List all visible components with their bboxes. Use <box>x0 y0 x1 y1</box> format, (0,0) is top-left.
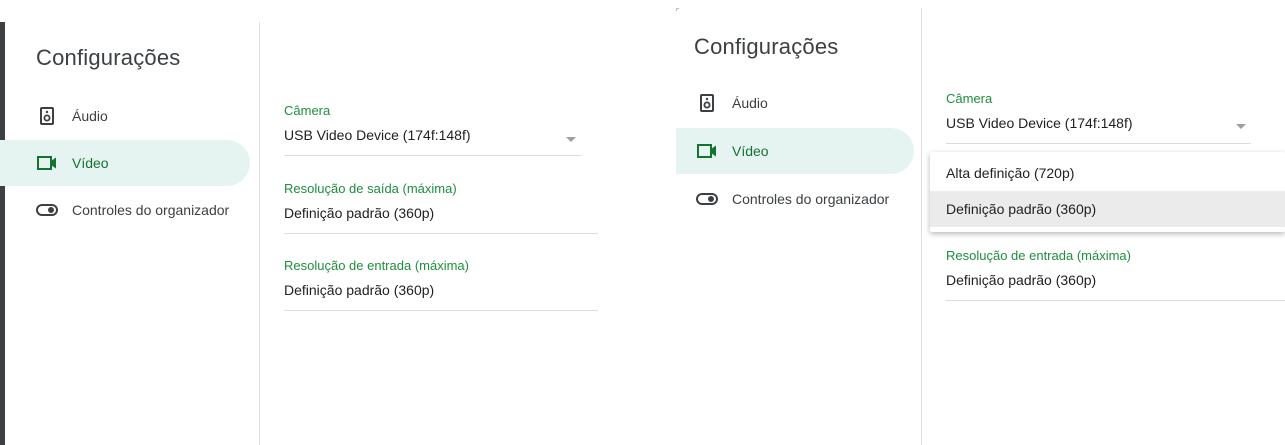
speaker-icon <box>696 92 718 114</box>
field-underline <box>946 143 1251 144</box>
field-value: Definição padrão (360p) <box>284 205 435 221</box>
sidebar-item-label: Controles do organizador <box>72 202 230 218</box>
sidebar-divider <box>259 22 260 445</box>
resolution-dropdown-menu: Alta definição (720p) Definição padrão (… <box>930 152 1285 232</box>
field-value: USB Video Device (174f:148f) <box>284 127 471 143</box>
toggle-icon <box>36 199 58 221</box>
field-label: Câmera <box>284 103 331 118</box>
field-label: Resolução de saída (máxima) <box>284 181 457 196</box>
sidebar-item-video[interactable]: Vídeo <box>0 140 250 186</box>
sidebar-item-host-controls[interactable]: Controles do organizador <box>676 176 914 222</box>
field-underline <box>284 233 598 234</box>
videocam-icon <box>36 152 58 174</box>
field-label: Resolução de entrada (máxima) <box>284 258 469 273</box>
dropdown-option-sd[interactable]: Definição padrão (360p) <box>930 191 1285 227</box>
sidebar-item-audio[interactable]: Áudio <box>0 93 250 139</box>
field-label: Câmera <box>946 91 993 106</box>
field-label: Resolução de entrada (máxima) <box>946 248 1131 263</box>
sidebar-item-label: Vídeo <box>732 143 769 159</box>
settings-panel-right: Configurações Áudio Vídeo Controles do o… <box>676 0 1285 445</box>
sidebar-item-audio[interactable]: Áudio <box>676 80 914 126</box>
sidebar-item-video[interactable]: Vídeo <box>676 128 914 174</box>
chevron-down-icon <box>1236 124 1246 129</box>
field-underline <box>946 300 1285 301</box>
chevron-down-icon <box>566 137 576 142</box>
sidebar-item-host-controls[interactable]: Controles do organizador <box>0 187 250 233</box>
field-value: USB Video Device (174f:148f) <box>946 115 1133 131</box>
settings-panel-left: Configurações Áudio Vídeo Controles do o… <box>0 0 640 445</box>
sidebar-divider <box>921 8 922 445</box>
dropdown-option-hd[interactable]: Alta definição (720p) <box>930 155 1285 191</box>
field-underline <box>284 310 598 311</box>
sidebar-item-label: Áudio <box>732 95 768 111</box>
sidebar-item-label: Áudio <box>72 108 108 124</box>
window-corner-mark <box>676 8 677 11</box>
page-title: Configurações <box>36 45 181 70</box>
sidebar-item-label: Vídeo <box>72 155 109 171</box>
toggle-icon <box>696 188 718 210</box>
field-underline <box>284 155 581 156</box>
page-title: Configurações <box>694 34 839 59</box>
speaker-icon <box>36 105 58 127</box>
field-value: Definição padrão (360p) <box>946 272 1097 288</box>
window-edge <box>0 22 5 445</box>
sidebar-item-label: Controles do organizador <box>732 191 890 207</box>
field-value: Definição padrão (360p) <box>284 282 435 298</box>
videocam-icon <box>696 140 718 162</box>
